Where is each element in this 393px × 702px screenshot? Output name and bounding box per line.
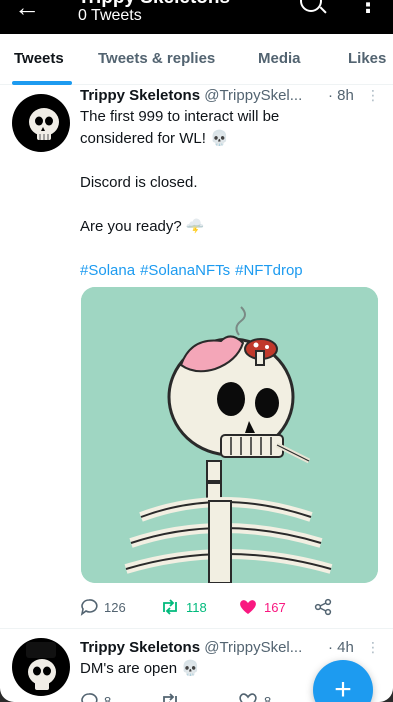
avatar[interactable] [12, 638, 70, 696]
app-screen: ← Trippy Skeletons 0 Tweets ⋮ Tweets Twe… [0, 0, 393, 702]
hashtag-link[interactable]: #SolanaNFTs [140, 262, 230, 279]
author-handle[interactable]: @TrippySkel... [204, 87, 302, 104]
tweet-count: 0 Tweets [78, 7, 142, 24]
tweet-menu-icon[interactable]: ⋮ [366, 637, 380, 657]
tab-tweets[interactable]: Tweets [14, 50, 64, 67]
heart-filled-icon [240, 600, 256, 614]
skeleton-artwork [81, 287, 378, 583]
tweet-time[interactable]: · 4h [328, 638, 354, 658]
tweet-image[interactable] [81, 287, 378, 583]
like-count: 167 [264, 599, 286, 615]
avatar[interactable] [12, 94, 70, 152]
retweet-button[interactable]: 118 [160, 596, 207, 618]
like-button[interactable]: 167 [238, 596, 286, 618]
arrow-left-icon[interactable]: ← [14, 0, 40, 20]
author-name[interactable]: Trippy Skeletons [80, 87, 200, 104]
reply-icon [80, 599, 98, 616]
like-count: 8 [264, 693, 272, 702]
skull-avatar-icon [29, 108, 59, 140]
tab-likes[interactable]: Likes [348, 50, 386, 67]
tweet-text-line: Are you ready? 🌩️ [80, 218, 205, 235]
hashtag-link[interactable]: #Solana [80, 262, 135, 279]
hashtags: #Solana #SolanaNFTs #NFTdrop [80, 260, 308, 282]
profile-header: ← Trippy Skeletons 0 Tweets ⋮ [0, 0, 393, 34]
tweet-divider [0, 628, 393, 629]
tweet-text-line: The first 999 to interact will be [80, 108, 280, 125]
author-handle[interactable]: @TrippySkel... [204, 639, 302, 656]
share-icon [314, 598, 332, 616]
tweet-actions: 126 118 167 [80, 596, 380, 618]
hashtag-link[interactable]: #NFTdrop [235, 262, 303, 279]
reply-count: 8 [104, 693, 112, 702]
retweet-count: 118 [186, 599, 207, 615]
tweet-text-line: Discord is closed. [80, 174, 198, 191]
reply-button[interactable]: 8 [80, 690, 111, 702]
skull-avatar-icon [26, 642, 56, 690]
retweet-button[interactable] [160, 690, 180, 702]
tweet-menu-icon[interactable]: ⋮ [366, 85, 380, 105]
tweet-header: Trippy Skeletons @TrippySkel... · 4h ⋮ [80, 638, 380, 658]
tweet-time[interactable]: · 8h [328, 86, 354, 106]
like-button[interactable]: 8 [238, 690, 271, 702]
tweet-text-line: considered for WL! 💀 [80, 130, 229, 147]
tab-media[interactable]: Media [258, 50, 301, 67]
search-icon[interactable] [300, 0, 322, 12]
author-name[interactable]: Trippy Skeletons [80, 639, 200, 656]
more-vertical-icon[interactable]: ⋮ [357, 0, 379, 16]
reply-count: 126 [104, 599, 126, 615]
reply-icon [81, 693, 98, 702]
heart-icon [239, 693, 257, 702]
retweet-icon [163, 599, 177, 615]
active-tab-indicator [12, 81, 72, 85]
tab-tweets-and-replies[interactable]: Tweets & replies [98, 50, 215, 67]
retweet-icon [163, 693, 177, 702]
share-button[interactable] [314, 596, 332, 618]
reply-button[interactable]: 126 [80, 596, 126, 618]
profile-tabs: Tweets Tweets & replies Media Likes [0, 34, 393, 85]
tweet-header: Trippy Skeletons @TrippySkel... · 8h ⋮ [80, 86, 380, 106]
